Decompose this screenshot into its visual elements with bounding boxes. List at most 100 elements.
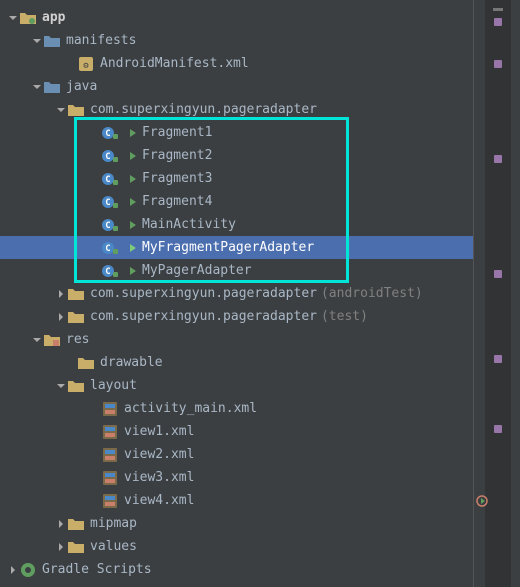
chevron-right-icon[interactable] [54, 287, 68, 301]
chevron-right-icon[interactable] [6, 563, 20, 577]
tree-row-manifests[interactable]: manifests [0, 29, 473, 52]
node-label: view4.xml [124, 493, 194, 508]
svg-text:C: C [105, 129, 110, 139]
tree-row-app[interactable]: app [0, 6, 473, 29]
tree-row-package-androidtest[interactable]: com.superxingyun.pageradapter (androidTe… [0, 282, 473, 305]
folder-icon [68, 516, 84, 532]
chevron-right-icon[interactable] [54, 540, 68, 554]
chevron-down-icon[interactable] [54, 103, 68, 117]
node-label: drawable [100, 355, 163, 370]
tree-row-java[interactable]: java [0, 75, 473, 98]
package-folder-icon [68, 309, 84, 325]
layout-file-icon [102, 447, 118, 463]
node-label: values [90, 539, 137, 554]
project-tree[interactable]: app manifests ⚙ AndroidManifest.xml java… [0, 0, 473, 581]
minimap-marker [494, 155, 502, 163]
tree-row-my-pager-adapter[interactable]: C MyPagerAdapter [0, 259, 473, 282]
svg-text:C: C [105, 198, 110, 208]
class-icon: C [102, 240, 118, 256]
minimap-marker [494, 270, 502, 278]
tree-row-layout[interactable]: layout [0, 374, 473, 397]
class-icon: C [102, 148, 118, 164]
node-label: MainActivity [142, 217, 236, 232]
node-label: AndroidManifest.xml [100, 56, 249, 71]
chevron-down-icon[interactable] [30, 333, 44, 347]
folder-icon [68, 378, 84, 394]
tree-row-activity-main[interactable]: activity_main.xml [0, 397, 473, 420]
run-marker-icon [128, 194, 138, 210]
tree-row-gradle-scripts[interactable]: Gradle Scripts [0, 558, 473, 581]
tree-row-res[interactable]: res [0, 328, 473, 351]
tree-row-values[interactable]: values [0, 535, 473, 558]
node-label: mipmap [90, 516, 137, 531]
minimap-marker [494, 60, 502, 68]
node-label: Fragment3 [142, 171, 212, 186]
tree-row-android-manifest[interactable]: ⚙ AndroidManifest.xml [0, 52, 473, 75]
editor-gutter-strip [473, 0, 520, 587]
node-suffix: (test) [321, 309, 368, 324]
tree-row-view3[interactable]: view3.xml [0, 466, 473, 489]
class-icon: C [102, 171, 118, 187]
chevron-down-icon[interactable] [54, 379, 68, 393]
node-label: Fragment2 [142, 148, 212, 163]
run-marker-icon [128, 240, 138, 256]
node-label: com.superxingyun.pageradapter [90, 309, 317, 324]
project-tree-panel: app manifests ⚙ AndroidManifest.xml java… [0, 0, 473, 587]
node-label: MyFragmentPagerAdapter [142, 240, 314, 255]
node-label: Fragment4 [142, 194, 212, 209]
folder-icon [44, 33, 60, 49]
chevron-right-icon[interactable] [54, 310, 68, 324]
node-suffix: (androidTest) [321, 286, 423, 301]
package-folder-icon [68, 286, 84, 302]
layout-file-icon [102, 401, 118, 417]
node-label: view1.xml [124, 424, 194, 439]
chevron-down-icon[interactable] [6, 11, 20, 25]
chevron-down-icon[interactable] [30, 34, 44, 48]
tree-row-main-activity[interactable]: C MainActivity [0, 213, 473, 236]
minimap-marker [494, 425, 502, 433]
tree-row-view4[interactable]: view4.xml [0, 489, 473, 512]
node-label: res [66, 332, 89, 347]
chevron-down-icon[interactable] [30, 80, 44, 94]
tree-row-view1[interactable]: view1.xml [0, 420, 473, 443]
node-label: view3.xml [124, 470, 194, 485]
node-label: Gradle Scripts [42, 562, 152, 577]
tree-row-package-test[interactable]: com.superxingyun.pageradapter (test) [0, 305, 473, 328]
layout-file-icon [102, 493, 118, 509]
run-marker-icon [128, 125, 138, 141]
tree-row-package[interactable]: com.superxingyun.pageradapter [0, 98, 473, 121]
res-folder-icon [44, 332, 60, 348]
node-label: Fragment1 [142, 125, 212, 140]
svg-text:C: C [105, 221, 110, 231]
class-icon: C [102, 125, 118, 141]
tree-row-view2[interactable]: view2.xml [0, 443, 473, 466]
node-label: activity_main.xml [124, 401, 257, 416]
minimap-marker [494, 18, 502, 26]
folder-icon [44, 79, 60, 95]
chevron-right-icon[interactable] [54, 517, 68, 531]
node-label: layout [90, 378, 137, 393]
node-label: com.superxingyun.pageradapter [90, 102, 317, 117]
minimap-scrollbar[interactable] [485, 0, 511, 587]
node-label: com.superxingyun.pageradapter [90, 286, 317, 301]
tree-row-fragment2[interactable]: C Fragment2 [0, 144, 473, 167]
run-marker-icon [128, 263, 138, 279]
run-marker-icon [128, 171, 138, 187]
node-label: manifests [66, 33, 136, 48]
tree-row-fragment3[interactable]: C Fragment3 [0, 167, 473, 190]
xml-file-icon: ⚙ [78, 56, 94, 72]
node-label: java [66, 79, 97, 94]
layout-file-icon [102, 470, 118, 486]
svg-text:C: C [105, 244, 110, 254]
gutter-run-icon[interactable] [476, 495, 488, 507]
package-folder-icon [68, 102, 84, 118]
class-icon: C [102, 263, 118, 279]
tree-row-fragment4[interactable]: C Fragment4 [0, 190, 473, 213]
tree-row-drawable[interactable]: drawable [0, 351, 473, 374]
svg-text:C: C [105, 267, 110, 277]
tree-row-mipmap[interactable]: mipmap [0, 512, 473, 535]
folder-icon [68, 539, 84, 555]
tree-row-my-fragment-pager-adapter[interactable]: C MyFragmentPagerAdapter [0, 236, 473, 259]
tree-row-fragment1[interactable]: C Fragment1 [0, 121, 473, 144]
folder-icon [78, 355, 94, 371]
